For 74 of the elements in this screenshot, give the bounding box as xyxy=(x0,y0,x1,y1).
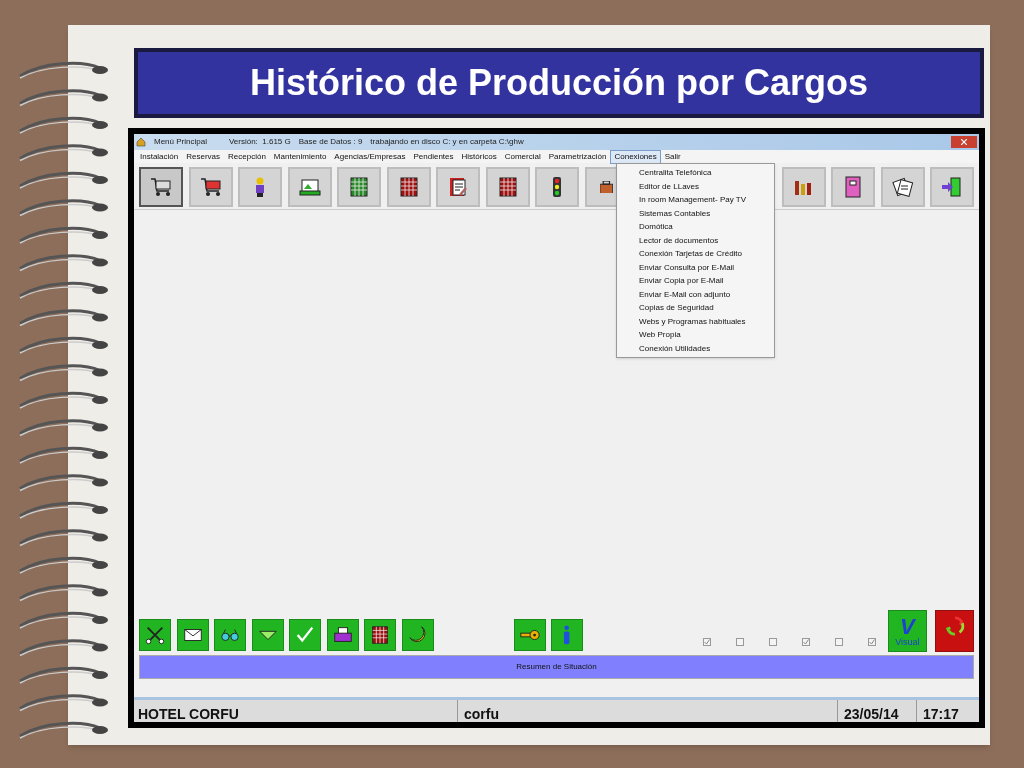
toolbar-button[interactable] xyxy=(287,167,332,207)
menu-item[interactable]: Agencias/Empresas xyxy=(330,149,410,164)
shift-change-button[interactable] xyxy=(935,610,974,652)
toolbar-button[interactable] xyxy=(781,167,826,207)
info-icon xyxy=(562,624,571,646)
toolbar-button[interactable] xyxy=(880,167,925,207)
checkbox[interactable] xyxy=(867,638,876,646)
time-text: 17:17 xyxy=(916,700,979,722)
action-button[interactable] xyxy=(251,619,284,651)
notes-icon xyxy=(890,175,915,199)
action-button[interactable] xyxy=(139,619,171,651)
house-icon xyxy=(136,137,146,147)
toolbar-button[interactable] xyxy=(188,167,233,207)
toolbar-button[interactable] xyxy=(337,167,381,207)
hotel-name: HOTEL CORFU xyxy=(137,705,240,722)
menu-item[interactable]: Comercial xyxy=(500,149,545,164)
menu-item[interactable]: Pendientes xyxy=(409,149,458,164)
dropdown-item[interactable]: Centralita Telefónica xyxy=(617,166,774,180)
checkbox[interactable] xyxy=(834,638,843,646)
action-button[interactable] xyxy=(401,619,434,651)
dropdown-item[interactable]: Enviar Consulta por E-Mail xyxy=(617,260,774,274)
dropdown-item[interactable]: Enviar E-Mail con adjunto xyxy=(617,287,774,301)
menu-item[interactable]: Salir xyxy=(660,149,685,164)
checkbox[interactable] xyxy=(735,638,744,646)
dropdown-item[interactable]: Conexión Tarjetas de Crédito xyxy=(617,247,774,261)
person-icon xyxy=(255,176,265,198)
action-button[interactable] xyxy=(364,619,396,651)
dropdown-item[interactable]: Enviar Copia por E-Mail xyxy=(617,274,774,288)
dropdown-item[interactable]: In room Management- Pay TV xyxy=(617,193,774,207)
window-title: Menú Principal xyxy=(154,136,207,148)
exit-door-icon xyxy=(940,175,964,199)
action-button[interactable] xyxy=(513,619,546,651)
menu-item[interactable]: Instalación xyxy=(136,149,183,164)
slide-title: Histórico de Producción por Cargos xyxy=(138,52,980,114)
database-text: Base de Datos : 9 xyxy=(298,136,363,148)
summary-bar: Resumen de Situación xyxy=(139,655,974,679)
close-icon xyxy=(961,139,967,145)
user-name: corfu xyxy=(457,700,837,722)
toolbar-button[interactable] xyxy=(386,167,431,207)
toolbar-button[interactable] xyxy=(535,167,579,207)
case-icon xyxy=(600,180,613,194)
menu-item[interactable]: Mantenimiento xyxy=(269,149,331,164)
menu-item[interactable]: Reservas xyxy=(182,149,225,164)
dropdown-item[interactable]: Webs y Programas habituales xyxy=(617,314,774,328)
checkbox[interactable] xyxy=(702,638,711,646)
menu-item[interactable]: Históricos xyxy=(457,149,501,164)
toolbar-button[interactable] xyxy=(831,167,875,207)
dropdown-item[interactable]: Sistemas Contables xyxy=(617,206,774,220)
dropdown-item[interactable]: Editor de LLaves xyxy=(617,179,774,193)
version-text: Versión: 1.615 G xyxy=(228,136,291,148)
refresh-icon xyxy=(943,615,966,637)
location-text: trabajando en disco C: y en carpeta C:\ghw xyxy=(370,136,524,148)
grid-icon xyxy=(347,175,371,199)
checkbox[interactable] xyxy=(801,638,810,646)
checkbox[interactable] xyxy=(768,638,777,646)
toolbar-button[interactable] xyxy=(485,167,530,207)
cart-icon xyxy=(149,175,173,199)
menu-item[interactable]: Recepción xyxy=(224,149,270,164)
toolbar-button[interactable] xyxy=(139,167,183,207)
toolbar-button[interactable] xyxy=(436,167,480,207)
traffic-light-icon xyxy=(552,176,562,198)
action-button[interactable] xyxy=(176,619,209,651)
scissors-icon xyxy=(144,624,166,646)
menu-item[interactable]: Parametrización xyxy=(544,149,611,164)
grid-icon xyxy=(369,624,391,646)
close-button[interactable] xyxy=(951,136,977,148)
dropdown-item[interactable]: Conexión Utilidades xyxy=(617,341,774,355)
dropdown-item[interactable]: Lector de documentos xyxy=(617,233,774,247)
date-text: 23/05/14 xyxy=(837,700,916,722)
cart-icon xyxy=(198,175,223,199)
dropdown-item[interactable]: Web Propia xyxy=(617,328,774,342)
dropdown-item[interactable]: Domótica xyxy=(617,220,774,234)
action-button[interactable] xyxy=(326,619,359,651)
dropdown-item[interactable]: Copias de Seguridad xyxy=(617,301,774,315)
